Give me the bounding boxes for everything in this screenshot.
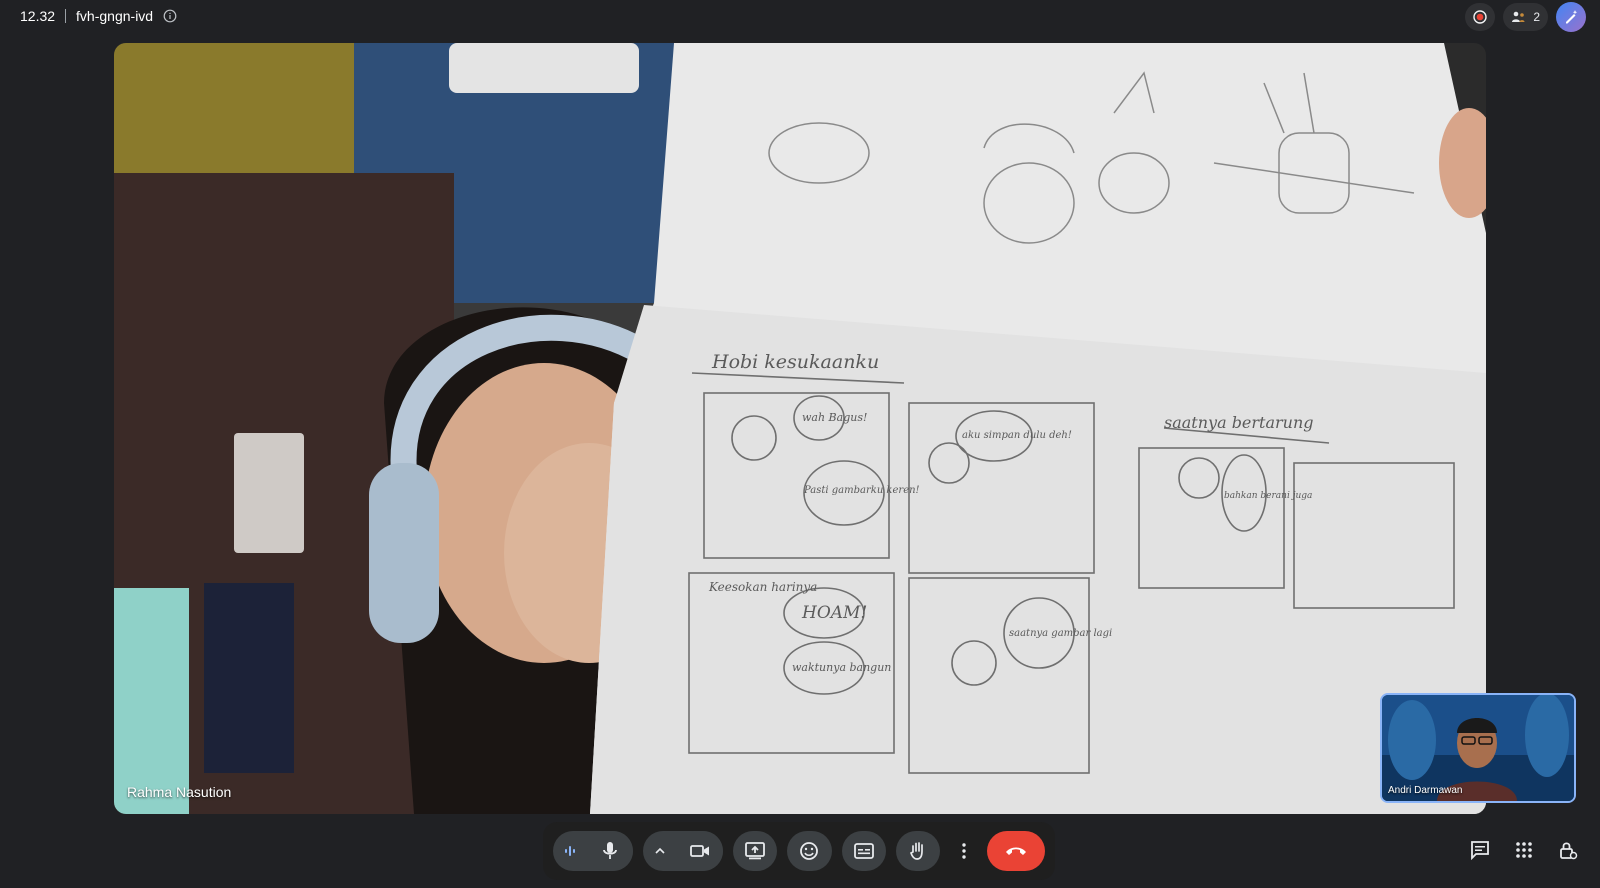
comic-bubble-4: HOAM!: [801, 603, 867, 623]
pen-sparkle-icon: [1563, 9, 1579, 25]
participants-button[interactable]: 2: [1503, 3, 1548, 31]
camera-button[interactable]: [677, 831, 723, 871]
hang-up-icon: [1005, 846, 1027, 856]
gemini-notes-button[interactable]: [1556, 2, 1586, 32]
chat-icon: [1470, 840, 1490, 860]
microphone-icon: [601, 841, 619, 861]
comic-bubble-6: saatnya gambar lagi: [1009, 628, 1112, 639]
record-icon: [1473, 10, 1488, 24]
present-screen-button[interactable]: [733, 831, 778, 871]
host-controls-button[interactable]: [1556, 838, 1580, 862]
top-right-indicators: 2: [1465, 2, 1586, 32]
participant-count: 2: [1533, 10, 1540, 24]
captions-button[interactable]: [841, 831, 886, 871]
activities-icon: [1515, 841, 1533, 859]
participant-name-label: Rahma Nasution: [127, 784, 232, 800]
more-options-icon: [962, 843, 966, 859]
microphone-button[interactable]: [587, 831, 633, 871]
right-tools: [1468, 838, 1580, 862]
leave-call-button[interactable]: [987, 831, 1046, 871]
top-bar: 12.32 fvh-gngn-ivd 2: [0, 0, 1600, 34]
reactions-button[interactable]: [787, 831, 832, 871]
more-options-button[interactable]: [950, 831, 977, 871]
chat-button[interactable]: [1468, 838, 1492, 862]
raise-hand-icon: [909, 841, 927, 861]
host-controls-icon: [1558, 840, 1578, 860]
captions-icon: [853, 843, 874, 859]
activities-button[interactable]: [1512, 838, 1536, 862]
call-controls-bar: [543, 822, 1055, 880]
audio-level-icon: [563, 844, 577, 858]
meeting-info: 12.32 fvh-gngn-ivd: [20, 8, 177, 24]
chevron-up-icon: [654, 847, 666, 855]
comic-bubble-7: bahkan berani juga: [1224, 491, 1312, 501]
clock-time: 12.32: [20, 8, 56, 24]
info-icon[interactable]: [163, 9, 177, 23]
divider: [65, 9, 67, 23]
meeting-code: fvh-gngn-ivd: [76, 8, 154, 24]
comic-bubble-3: aku simpan dulu deh!: [962, 430, 1072, 441]
self-view-tile[interactable]: Andri Darmawan: [1380, 693, 1576, 803]
raise-hand-button[interactable]: [895, 831, 941, 871]
participants-icon: [1511, 10, 1527, 24]
present-screen-icon: [745, 842, 766, 860]
camera-group: [643, 831, 723, 871]
camera-icon: [690, 844, 710, 858]
recording-indicator[interactable]: [1465, 3, 1496, 31]
comic-caption-2: Keesokan harinya: [708, 580, 817, 594]
audio-level-button[interactable]: [553, 831, 587, 871]
self-view-name: Andri Darmawan: [1388, 785, 1463, 796]
main-video-tile[interactable]: Hobi kesukaanku wah Bagus! Pasti gambark…: [114, 43, 1486, 814]
comic-title-text: Hobi kesukaanku: [711, 351, 879, 373]
emoji-icon: [799, 841, 819, 861]
comic-side-title: saatnya bertarung: [1164, 413, 1314, 432]
camera-options-button[interactable]: [643, 831, 677, 871]
video-frame: Hobi kesukaanku wah Bagus! Pasti gambark…: [114, 43, 1486, 814]
comic-bubble-2: Pasti gambarku keren!: [803, 485, 920, 496]
comic-bubble-1: wah Bagus!: [802, 411, 867, 424]
microphone-group: [553, 831, 633, 871]
comic-bubble-5: waktunya bangun: [792, 661, 891, 674]
